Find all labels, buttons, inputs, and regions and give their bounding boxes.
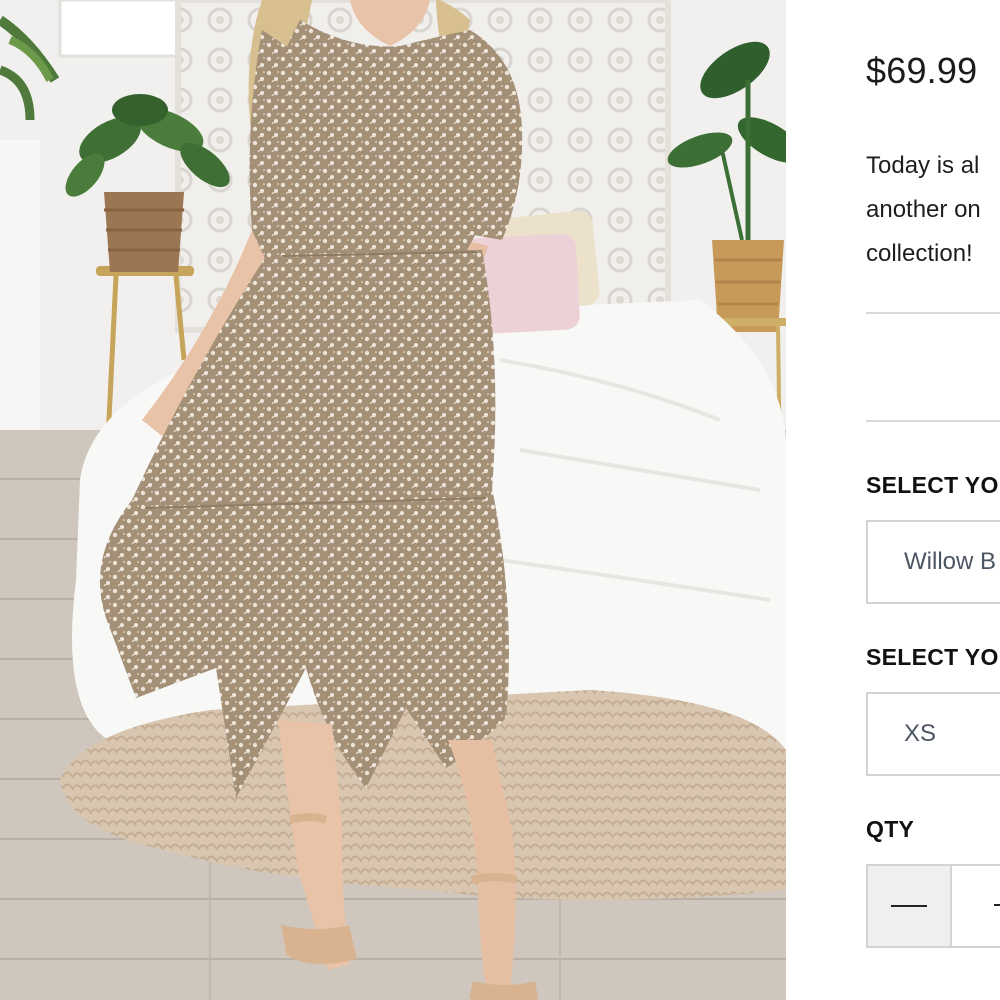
size-select[interactable]: XS (866, 692, 1000, 776)
minus-icon (891, 905, 927, 907)
product-description: Today is al another on collection! (866, 144, 1000, 276)
quantity-label: QTY (866, 816, 915, 842)
color-select-label: SELECT YOU (866, 472, 1000, 498)
product-image[interactable] (0, 0, 786, 1000)
product-details-panel: $69.99 Today is al another on collection… (786, 0, 1000, 1000)
divider (866, 420, 1000, 422)
description-line: Today is al (866, 152, 980, 179)
plus-icon (994, 904, 1000, 906)
product-photo-illustration (0, 0, 786, 1000)
description-line: collection! (866, 240, 973, 267)
size-select-label: SELECT YOU (866, 644, 1000, 670)
size-select-value: XS (904, 720, 937, 747)
color-select[interactable]: Willow B (866, 520, 1000, 604)
quantity-input[interactable] (950, 864, 1000, 948)
quantity-decrement-button[interactable] (866, 864, 952, 948)
product-price: $69.99 (866, 50, 978, 91)
description-line: another on (866, 196, 981, 223)
color-select-value: Willow B (904, 548, 997, 575)
divider (866, 312, 1000, 314)
